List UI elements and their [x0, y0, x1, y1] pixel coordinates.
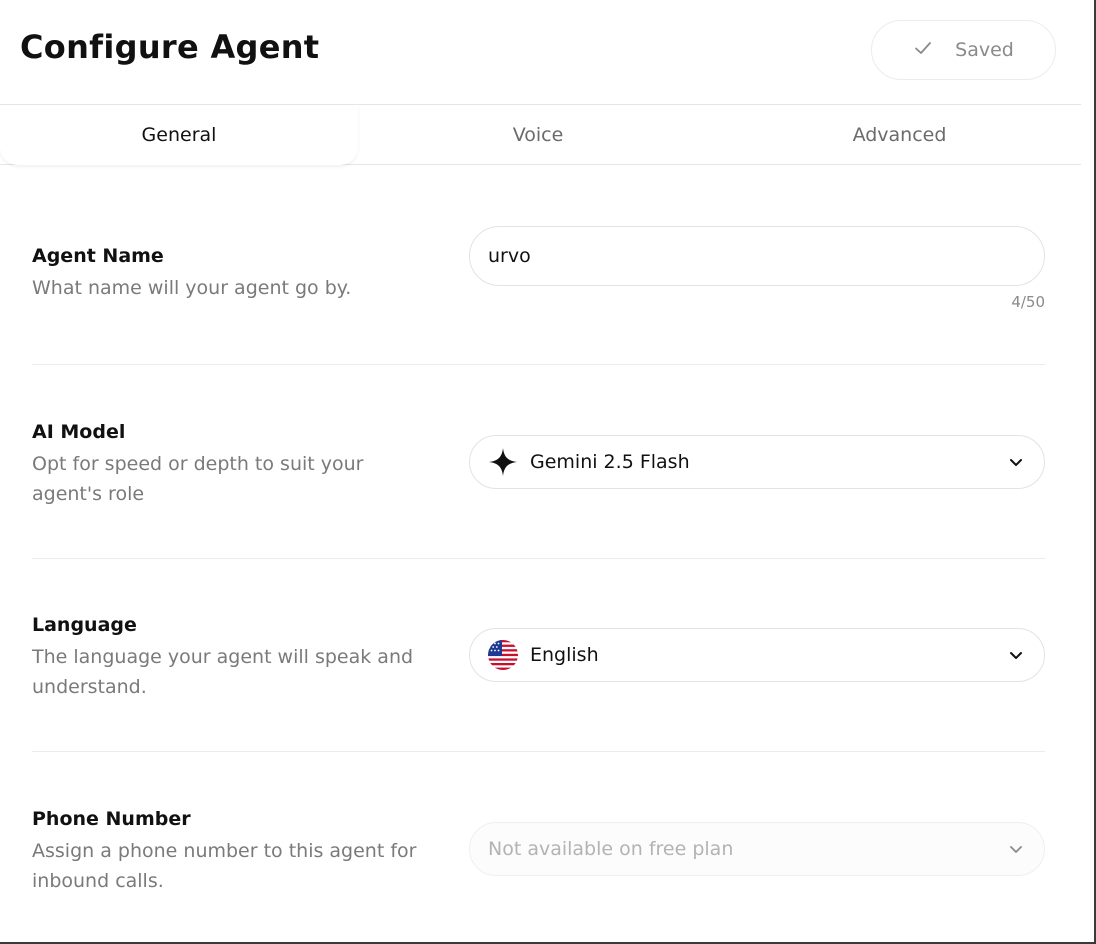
language-value: English	[530, 644, 599, 666]
sparkle-icon	[488, 447, 518, 477]
divider	[32, 558, 1045, 559]
ai-model-description: Opt for speed or depth to suit your agen…	[32, 453, 364, 505]
ai-model-label: AI Model	[32, 421, 126, 443]
phone-number-description: Assign a phone number to this agent for …	[32, 840, 417, 892]
language-select[interactable]: English	[469, 628, 1045, 682]
chevron-down-icon	[1008, 841, 1024, 857]
us-flag-icon	[488, 640, 518, 670]
phone-number-select[interactable]: Not available on free plan	[469, 822, 1045, 876]
tab-voice[interactable]: Voice	[358, 105, 718, 165]
phone-number-placeholder: Not available on free plan	[488, 838, 734, 860]
chevron-down-icon	[1008, 454, 1024, 470]
phone-number-row: Phone Number Assign a phone number to th…	[32, 807, 1045, 907]
chevron-down-icon	[1008, 647, 1024, 663]
agent-name-label: Agent Name	[32, 245, 164, 267]
char-counter: 4/50	[1011, 293, 1045, 311]
saved-status-button[interactable]: Saved	[871, 20, 1056, 80]
phone-number-label: Phone Number	[32, 808, 191, 830]
ai-model-value: Gemini 2.5 Flash	[530, 451, 690, 473]
header: Configure Agent Saved	[0, 0, 1081, 104]
tab-advanced[interactable]: Advanced	[718, 105, 1081, 165]
language-description: The language your agent will speak and u…	[32, 646, 414, 698]
divider	[32, 751, 1045, 752]
tab-general[interactable]: General	[0, 105, 358, 165]
check-icon	[913, 38, 933, 63]
divider	[32, 364, 1045, 365]
language-label: Language	[32, 614, 137, 636]
agent-name-field[interactable]	[469, 226, 1045, 286]
agent-name-description: What name will your agent go by.	[32, 277, 352, 299]
ai-model-row: AI Model Opt for speed or depth to suit …	[32, 420, 1045, 520]
language-row: Language The language your agent will sp…	[32, 613, 1045, 713]
ai-model-select[interactable]: Gemini 2.5 Flash	[469, 435, 1045, 489]
agent-name-input[interactable]	[470, 245, 1044, 267]
agent-name-row: Agent Name What name will your agent go …	[32, 226, 1045, 326]
saved-label: Saved	[955, 39, 1014, 61]
tab-bar: General Voice Advanced	[0, 104, 1081, 165]
page-title: Configure Agent	[20, 28, 320, 66]
